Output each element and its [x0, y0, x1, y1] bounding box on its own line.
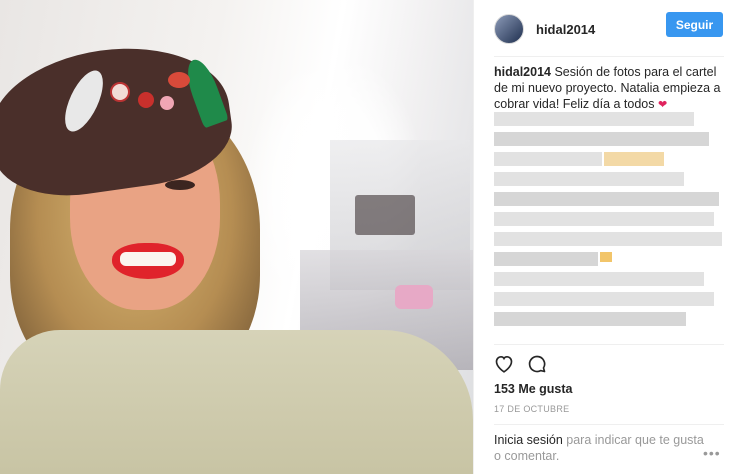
login-link[interactable]: Inicia sesión — [494, 433, 563, 447]
photo-background-case — [355, 195, 415, 235]
header-divider — [494, 56, 724, 57]
follow-button[interactable]: Seguir — [666, 12, 723, 37]
post-actions — [494, 354, 547, 378]
heart-emoji-icon: ❤ — [657, 99, 668, 111]
actions-divider — [494, 344, 724, 345]
pixelated-comments — [494, 112, 724, 336]
post-date: 17 DE OCTUBRE — [494, 404, 570, 414]
avatar[interactable] — [494, 14, 524, 44]
heart-outline-icon[interactable] — [494, 354, 514, 378]
photo-background-pink-object — [395, 285, 433, 309]
login-prompt: Inicia sesión para indicar que te gusta … — [494, 432, 714, 464]
header-username[interactable]: hidal2014 — [536, 22, 595, 37]
post-sidebar: hidal2014 Seguir hidal2014 Sesión de fot… — [473, 0, 737, 474]
caption-username[interactable]: hidal2014 — [494, 65, 551, 79]
caption: hidal2014 Sesión de fotos para el cartel… — [494, 64, 724, 113]
beret-pin-flower — [168, 72, 190, 88]
more-options-icon[interactable]: ••• — [703, 445, 721, 461]
beret-pin-badge — [110, 82, 130, 102]
photo-eye-right — [165, 180, 195, 190]
likes-count[interactable]: 153 Me gusta — [494, 382, 573, 396]
comment-bubble-icon[interactable] — [527, 354, 547, 379]
beret-pin-red — [138, 92, 154, 108]
photo-teeth — [120, 252, 176, 266]
beret-pin-pink — [160, 96, 174, 110]
photo-sweater — [0, 330, 473, 474]
post-photo[interactable] — [0, 0, 473, 474]
login-divider — [494, 424, 724, 425]
